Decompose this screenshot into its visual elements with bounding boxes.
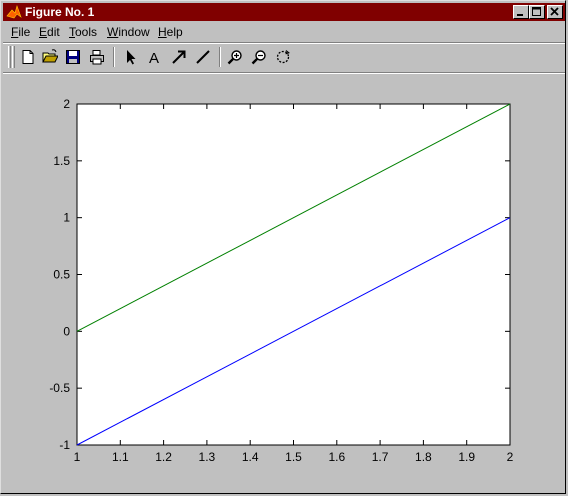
x-tick-label: 1.9 xyxy=(458,450,475,464)
x-tick-label: 1.1 xyxy=(112,450,129,464)
x-tick-label: 1.5 xyxy=(285,450,302,464)
y-tick-label: 0.5 xyxy=(53,268,70,282)
y-tick-label: -1 xyxy=(59,438,70,452)
y-tick-labels: -1 -0.5 0 0.5 1 1.5 2 xyxy=(49,97,70,452)
x-tick-label: 1.2 xyxy=(155,450,172,464)
x-tick-labels: 1 1.1 1.2 1.3 1.4 1.5 1.6 1.7 1.8 1.9 2 xyxy=(74,450,514,464)
x-tick-label: 1.4 xyxy=(242,450,259,464)
x-tick-label: 1.8 xyxy=(415,450,432,464)
axes-box[interactable] xyxy=(76,103,511,446)
y-tick-label: 1 xyxy=(63,211,70,225)
x-tick-label: 1.7 xyxy=(372,450,389,464)
x-tick-label: 1 xyxy=(74,450,81,464)
y-tick-label: 1.5 xyxy=(53,154,70,168)
x-tick-label: 1.3 xyxy=(199,450,216,464)
plot-area[interactable]: 1 1.1 1.2 1.3 1.4 1.5 1.6 1.7 1.8 1.9 2 -1 -0.5 0 0.5… xyxy=(0,0,568,496)
x-tick-label: 2 xyxy=(507,450,514,464)
x-tick-label: 1.6 xyxy=(328,450,345,464)
y-tick-label: 2 xyxy=(63,97,70,111)
y-tick-label: 0 xyxy=(63,324,70,338)
y-tick-label: -0.5 xyxy=(49,381,70,395)
